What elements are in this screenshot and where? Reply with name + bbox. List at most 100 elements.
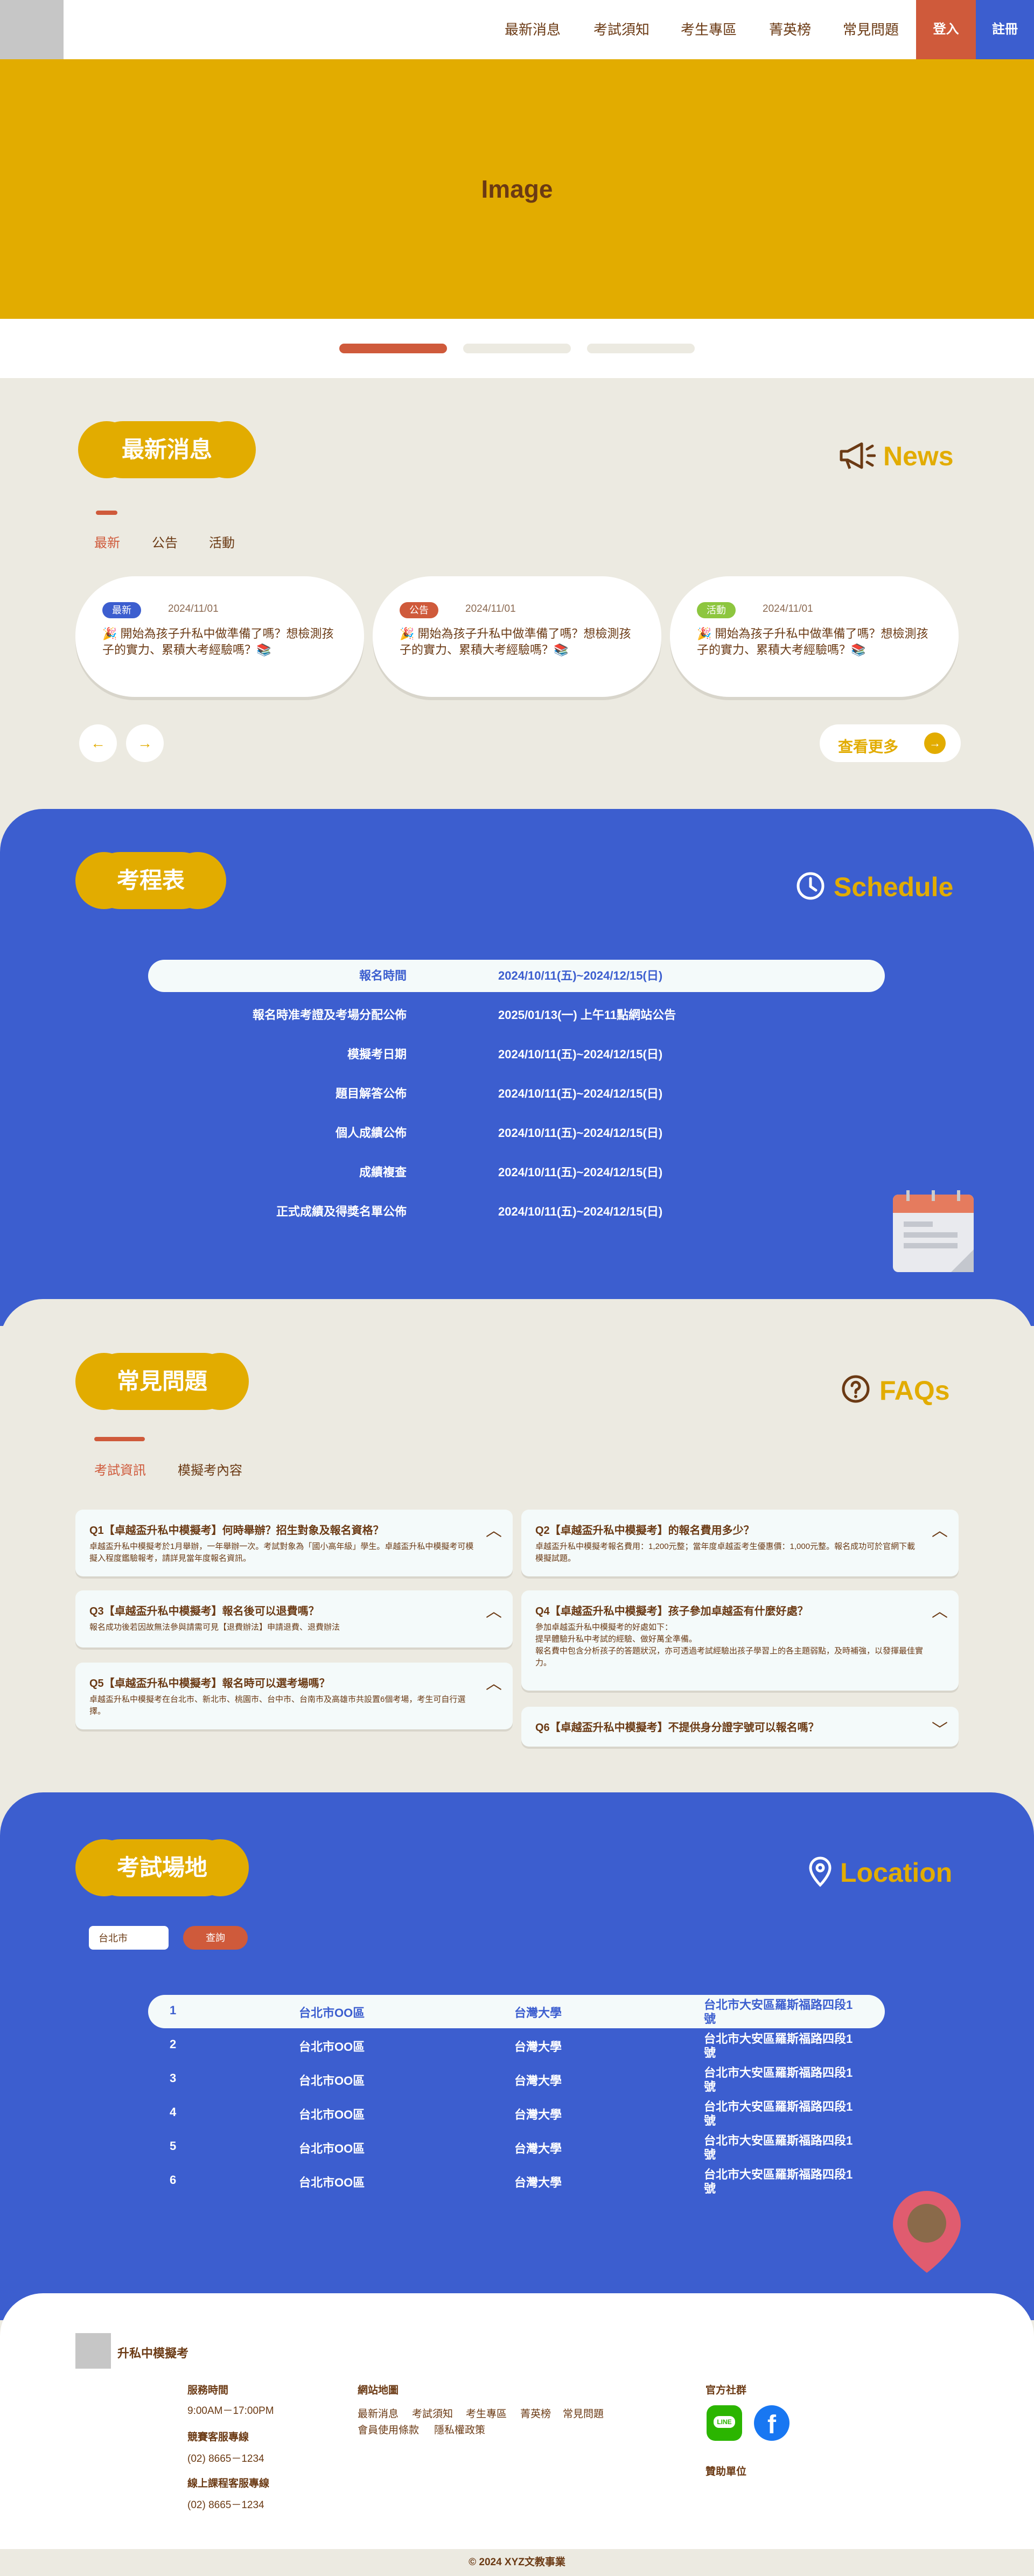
tab-event[interactable]: 活動 <box>209 532 235 551</box>
calendar-icon <box>893 1190 974 1272</box>
faq-answer: 參加卓越盃升私中模擬考的好處如下： 提早體驗升私中考試的經驗、做好萬全準備。 報… <box>535 1623 924 1667</box>
schedule-row: 成績複查 2024/10/11(五)~2024/12/15(日) <box>148 1156 885 1189</box>
location-cell: 台灣大學 <box>514 2176 562 2189</box>
nav-exam-info[interactable]: 考試須知 <box>593 0 649 59</box>
schedule-value: 2024/10/11(五)~2024/12/15(日) <box>498 1048 663 1061</box>
chevron-up-icon[interactable]: ︿ <box>486 1517 502 1541</box>
location-cell: 台北市大安區羅斯福路四段1號 <box>704 2100 853 2127</box>
schedule-value: 2024/10/11(五)~2024/12/15(日) <box>498 1205 663 1218</box>
search-button[interactable]: 查詢 <box>183 1926 248 1950</box>
terms-link[interactable]: 會員使用條款 <box>358 2422 419 2437</box>
faq-item[interactable]: Q1【卓越盃升私中模擬考】何時舉辦？招生對象及報名資格？ 卓越盃升私中模擬考於1月… <box>75 1510 513 1576</box>
news-text: 🎉 開始為孩子升私中做準備了嗎？想檢測孩子的實力、累積大考經驗嗎？📚 <box>102 627 334 657</box>
site-logo[interactable] <box>0 0 64 59</box>
sitemap-label: 網站地圖 <box>358 2385 399 2396</box>
arrow-right-icon: → <box>924 732 946 754</box>
location-pin-icon <box>809 1856 832 1887</box>
tab-exam-info[interactable]: 考試資訊 <box>94 1460 146 1478</box>
nav-news[interactable]: 最新消息 <box>505 0 561 59</box>
faq-question: Q3【卓越盃升私中模擬考】報名後可以退費嗎？ <box>89 1605 319 1617</box>
sitemap-link[interactable]: 菁英榜 <box>520 2406 551 2420</box>
faq-item[interactable]: Q2【卓越盃升私中模擬考】的報名費用多少？ 卓越盃升私中模擬考報名費用：1,200… <box>521 1510 959 1576</box>
location-cell: 台灣大學 <box>514 2108 562 2121</box>
online-hotline-number: (02) 8665－1234 <box>187 2500 264 2511</box>
hero-banner: Image <box>0 59 1034 319</box>
line-icon[interactable]: LINE <box>707 2405 742 2441</box>
schedule-label: 報名時准考證及考場分配公佈 <box>252 1008 407 1022</box>
news-card[interactable]: 最新 2024/11/01 🎉 開始為孩子升私中做準備了嗎？想檢測孩子的實力、累… <box>75 576 364 697</box>
login-button[interactable]: 登入 <box>916 0 976 59</box>
service-hours-label: 服務時間 <box>187 2385 229 2396</box>
location-title: 考試場地 <box>75 1839 249 1896</box>
chevron-up-icon[interactable]: ︿ <box>486 1598 502 1622</box>
schedule-label: 模擬考日期 <box>347 1048 407 1061</box>
tab-exam-content[interactable]: 模擬考內容 <box>178 1460 242 1478</box>
faq-item[interactable]: Q6【卓越盃升私中模擬考】不提供身分證字號可以報名嗎？ ﹀ <box>521 1707 959 1747</box>
location-cell: 6 <box>170 2173 177 2187</box>
news-title: 最新消息 <box>78 421 256 478</box>
news-date: 2024/11/01 <box>465 603 516 615</box>
faq-item[interactable]: Q5【卓越盃升私中模擬考】報名時可以選考場嗎？ 卓越盃升私中模擬考在台北市、新北市… <box>75 1663 513 1729</box>
location-cell: 台北市大安區羅斯福路四段1號 <box>704 2032 853 2060</box>
schedule-row: 報名時間 2024/10/11(五)~2024/12/15(日) <box>148 960 885 992</box>
faq-answer: 卓越盃升私中模擬考於1月舉辦，一年舉辦一次。考試對象為「國小高年級」學生。卓越盃… <box>89 1542 474 1563</box>
hotline-label: 競賽客服專線 <box>187 2432 249 2443</box>
sitemap-link[interactable]: 考試須知 <box>412 2406 453 2420</box>
sitemap-link[interactable]: 考生專區 <box>466 2406 507 2420</box>
location-row: 4 台北市OO區 台灣大學 台北市大安區羅斯福路四段1號 <box>148 2097 885 2130</box>
privacy-link[interactable]: 隱私權政策 <box>434 2422 485 2437</box>
footer <box>0 2293 1034 2549</box>
schedule-label: 個人成績公佈 <box>335 1126 407 1140</box>
location-cell: 4 <box>170 2105 177 2119</box>
schedule-value: 2025/01/13(一) 上午11點網站公告 <box>498 1008 676 1022</box>
sitemap-link[interactable]: 最新消息 <box>358 2406 399 2420</box>
prev-arrow-icon[interactable]: ← <box>79 724 117 762</box>
faq-eng-title: FAQs <box>879 1376 950 1406</box>
schedule-value: 2024/10/11(五)~2024/12/15(日) <box>498 1126 663 1140</box>
schedule-label: 正式成績及得獎名單公佈 <box>276 1205 407 1218</box>
location-cell: 台北市OO區 <box>299 2074 365 2088</box>
view-more-button[interactable]: 查看更多 → <box>820 724 961 762</box>
location-row: 3 台北市OO區 台灣大學 台北市大安區羅斯福路四段1號 <box>148 2063 885 2096</box>
schedule-value: 2024/10/11(五)~2024/12/15(日) <box>498 1165 663 1179</box>
faq-item[interactable]: Q3【卓越盃升私中模擬考】報名後可以退費嗎？ 報名成功後若因故無法參與請需可見【退… <box>75 1590 513 1647</box>
schedule-label: 成績複查 <box>359 1165 407 1179</box>
carousel-dot-active[interactable] <box>339 344 447 353</box>
hotline-number: (02) 8665－1234 <box>187 2453 264 2465</box>
tab-latest[interactable]: 最新 <box>94 532 120 551</box>
faq-question: Q2【卓越盃升私中模擬考】的報名費用多少？ <box>535 1525 754 1537</box>
chevron-up-icon[interactable]: ︿ <box>932 1598 948 1622</box>
nav-candidate[interactable]: 考生專區 <box>681 0 737 59</box>
megaphone-icon <box>840 442 876 469</box>
next-arrow-icon[interactable]: → <box>126 724 164 762</box>
faq-item[interactable]: Q4【卓越盃升私中模擬考】孩子參加卓越盃有什麼好處？ 參加卓越盃升私中模擬考的好處… <box>521 1590 959 1691</box>
news-card[interactable]: 公告 2024/11/01 🎉 開始為孩子升私中做準備了嗎？想檢測孩子的實力、累… <box>373 576 661 697</box>
location-cell: 台北市OO區 <box>299 2040 365 2054</box>
clock-icon <box>797 872 825 900</box>
service-hours: 9:00AM－17:00PM <box>187 2405 274 2417</box>
chevron-down-icon[interactable]: ﹀ <box>932 1716 948 1740</box>
faq-title: 常見問題 <box>75 1353 249 1410</box>
tab-announcement[interactable]: 公告 <box>152 532 178 551</box>
sitemap-link[interactable]: 常見問題 <box>563 2406 604 2420</box>
location-cell: 台北市大安區羅斯福路四段1號 <box>704 2066 853 2093</box>
news-card[interactable]: 活動 2024/11/01 🎉 開始為孩子升私中做準備了嗎？想檢測孩子的實力、累… <box>670 576 959 697</box>
location-cell: 台灣大學 <box>514 2006 562 2020</box>
news-badge: 公告 <box>400 602 438 618</box>
schedule-row: 個人成績公佈 2024/10/11(五)~2024/12/15(日) <box>148 1117 885 1149</box>
carousel-dot[interactable] <box>587 344 695 353</box>
chevron-up-icon[interactable]: ︿ <box>932 1517 948 1541</box>
chevron-up-icon[interactable]: ︿ <box>486 1670 502 1694</box>
news-text: 🎉 開始為孩子升私中做準備了嗎？想檢測孩子的實力、累積大考經驗嗎？📚 <box>697 627 928 657</box>
register-button[interactable]: 註冊 <box>976 0 1034 59</box>
carousel-dot[interactable] <box>463 344 571 353</box>
facebook-icon[interactable]: f <box>754 2405 790 2441</box>
nav-ranking[interactable]: 菁英榜 <box>769 0 811 59</box>
faq-answer: 報名成功後若因故無法參與請需可見【退費辦法】申請退費、退費辦法 <box>89 1623 340 1632</box>
city-search-input[interactable] <box>89 1926 169 1950</box>
map-pin-icon <box>893 2191 961 2273</box>
nav-faq[interactable]: 常見問題 <box>843 0 899 59</box>
location-cell: 台灣大學 <box>514 2040 562 2054</box>
location-cell: 1 <box>170 2003 177 2017</box>
schedule-row: 題目解答公佈 2024/10/11(五)~2024/12/15(日) <box>148 1078 885 1110</box>
